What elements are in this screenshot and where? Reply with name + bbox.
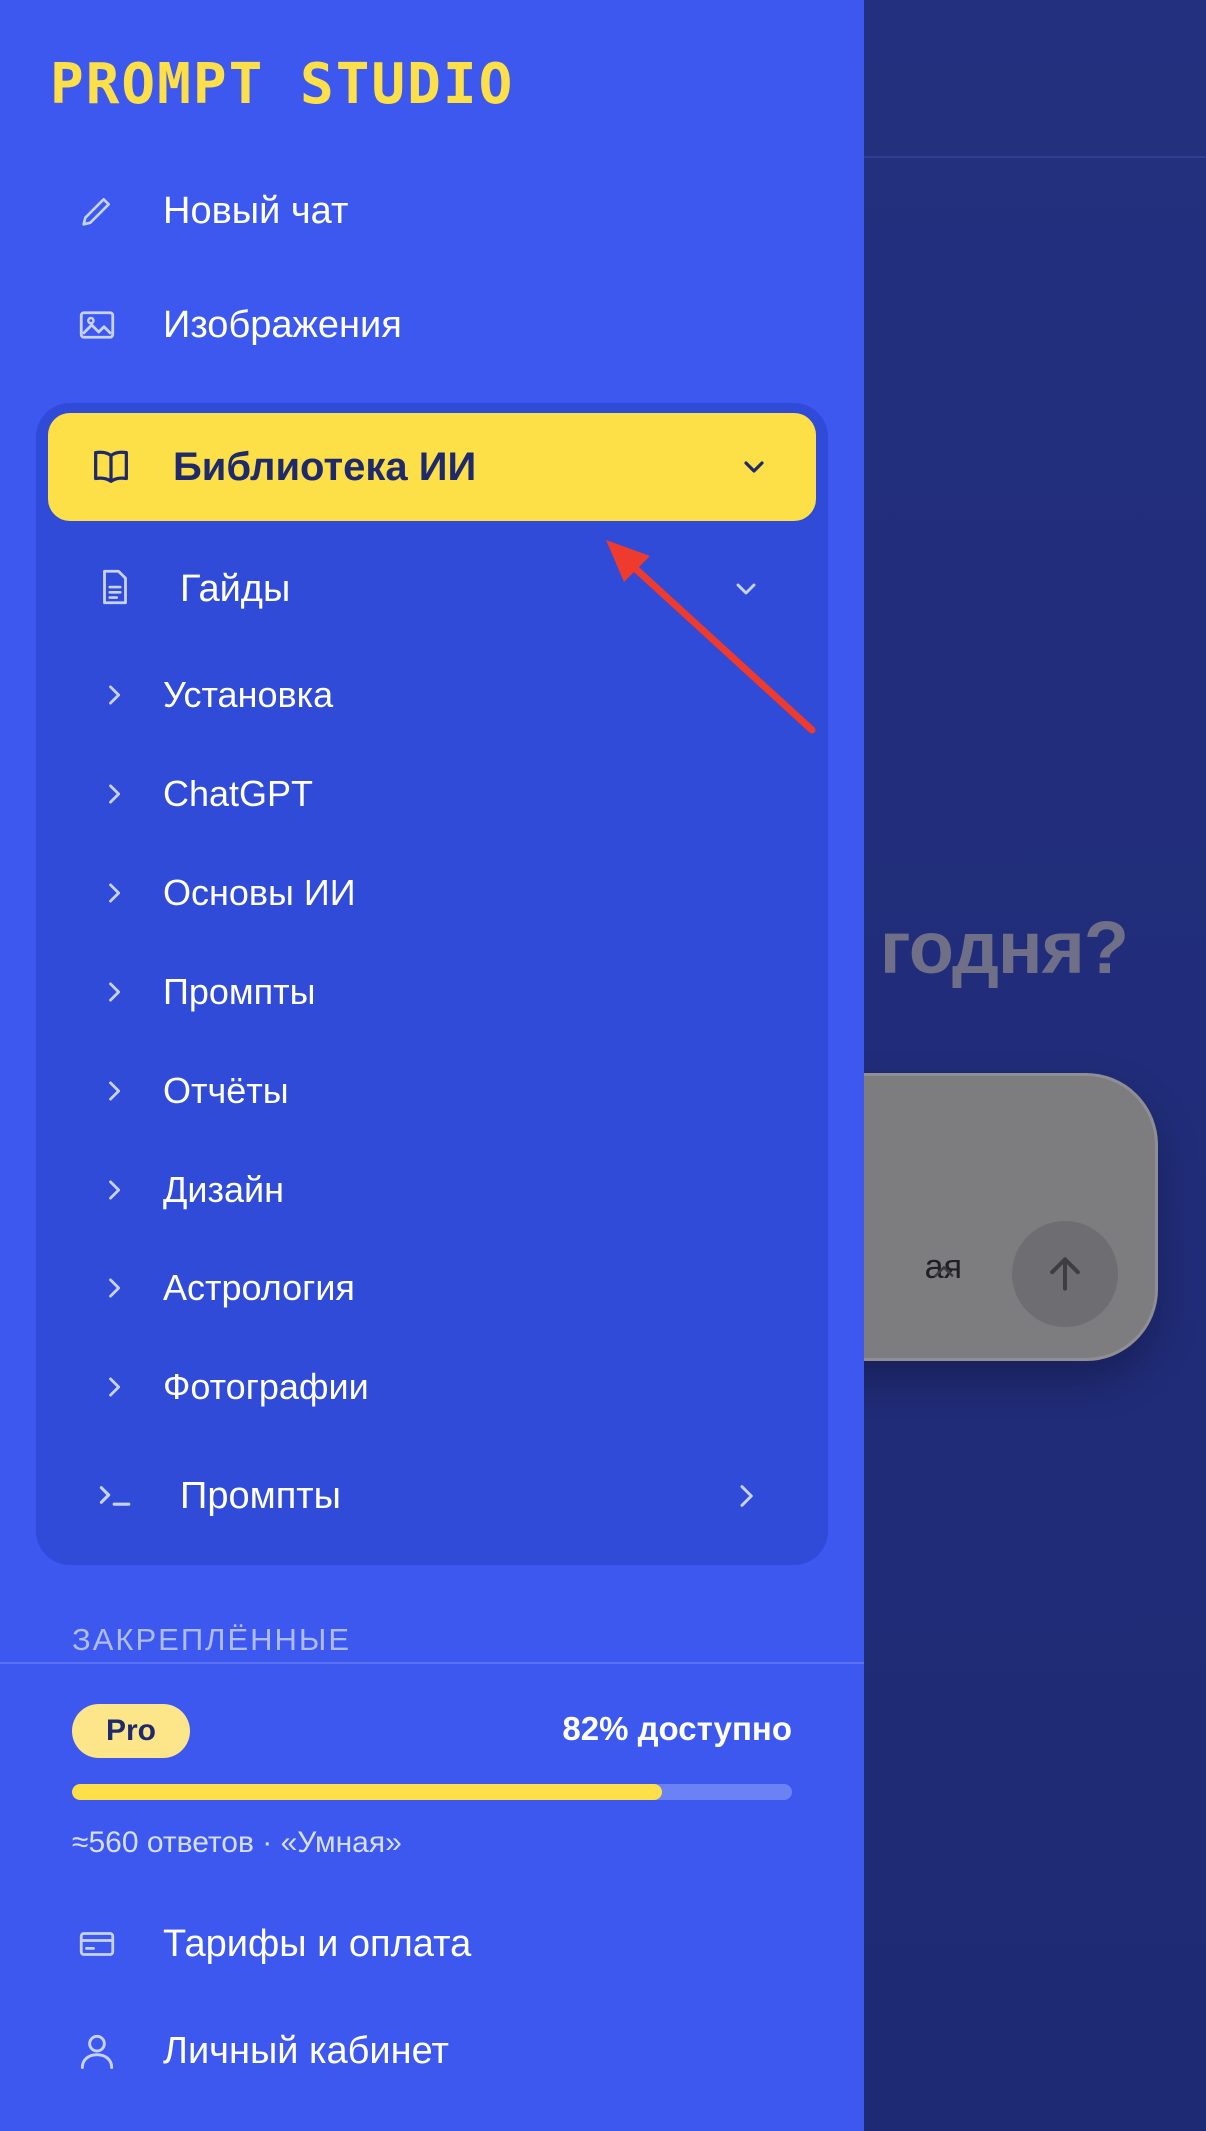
guide-item-label: Отчёты — [163, 1070, 289, 1111]
quota-progress-bar — [72, 1784, 792, 1800]
book-icon — [88, 444, 134, 490]
guide-item-label: Астрология — [163, 1267, 355, 1308]
chevron-down-icon — [744, 461, 764, 473]
guide-item[interactable]: Отчёты — [48, 1051, 816, 1131]
chevron-right-icon — [109, 1081, 121, 1101]
prompts-title: Промпты — [180, 1474, 341, 1517]
guide-item-label: Основы ИИ — [163, 872, 356, 913]
prompts-toggle[interactable]: Промпты — [48, 1451, 816, 1541]
guide-item-label: Дизайн — [163, 1169, 285, 1210]
guide-item-label: Фотографии — [163, 1366, 369, 1407]
guides-toggle[interactable]: Гайды — [48, 544, 816, 634]
guide-item[interactable]: Промпты — [48, 952, 816, 1032]
send-button[interactable] — [1012, 1221, 1118, 1327]
divider — [0, 1662, 864, 1664]
sidebar-item-account[interactable]: Личный кабинет — [0, 2006, 864, 2096]
guide-item-label: Установка — [163, 674, 334, 715]
guide-item[interactable]: Установка — [48, 655, 816, 735]
chevron-right-icon — [109, 1180, 121, 1200]
library-title: Библиотека ИИ — [173, 444, 477, 489]
main-topbar — [864, 0, 1206, 158]
guides-title: Гайды — [180, 567, 291, 610]
quota-subtext: ≈560 ответов · «Умная» — [72, 1826, 402, 1859]
quota-progress-fill — [72, 1784, 663, 1800]
pinned-section-label: ЗАКРЕПЛЁННЫЕ — [72, 1622, 352, 1657]
library-toggle[interactable]: Библиотека ИИ — [48, 413, 816, 521]
guide-item[interactable]: Фотографии — [48, 1347, 816, 1427]
image-icon — [74, 302, 120, 348]
sidebar-item-label: Личный кабинет — [163, 2029, 449, 2072]
credit-card-icon — [74, 1921, 120, 1967]
chevron-right-icon — [109, 685, 121, 705]
chevron-down-icon — [736, 583, 756, 595]
sidebar-item-new-chat[interactable]: Новый чат — [0, 166, 864, 256]
pencil-icon — [74, 188, 120, 234]
greeting-heading: годня? — [879, 906, 1129, 989]
document-icon — [94, 566, 140, 612]
guide-item-label: Промпты — [163, 971, 316, 1012]
chevron-up-icon[interactable] — [930, 1258, 958, 1286]
sidebar-item-label: Изображения — [163, 303, 402, 346]
chevron-right-icon — [109, 784, 121, 804]
terminal-icon — [94, 1473, 140, 1519]
sidebar-item-label: Новый чат — [163, 189, 349, 232]
sidebar: PROMPT STUDIO Новый чат Изображения Библ… — [0, 0, 864, 2131]
chevron-right-icon — [109, 883, 121, 903]
chevron-right-icon — [109, 982, 121, 1002]
guide-item[interactable]: Дизайн — [48, 1150, 816, 1230]
app-logo[interactable]: PROMPT STUDIO — [50, 52, 514, 117]
chevron-right-icon — [740, 1485, 753, 1507]
chevron-right-icon — [109, 1377, 121, 1397]
chevron-right-icon — [109, 1278, 121, 1298]
quota-text: 82% доступно — [562, 1710, 792, 1747]
guide-item[interactable]: Астрология — [48, 1248, 816, 1328]
guide-item[interactable]: ChatGPT — [48, 754, 816, 834]
user-icon — [74, 2028, 120, 2074]
guide-item-label: ChatGPT — [163, 773, 314, 814]
sidebar-item-images[interactable]: Изображения — [0, 280, 864, 370]
sidebar-item-label: Тарифы и оплата — [163, 1922, 472, 1965]
sidebar-item-billing[interactable]: Тарифы и оплата — [0, 1899, 864, 1989]
guide-item[interactable]: Основы ИИ — [48, 853, 816, 933]
arrow-up-icon — [1050, 1257, 1080, 1291]
